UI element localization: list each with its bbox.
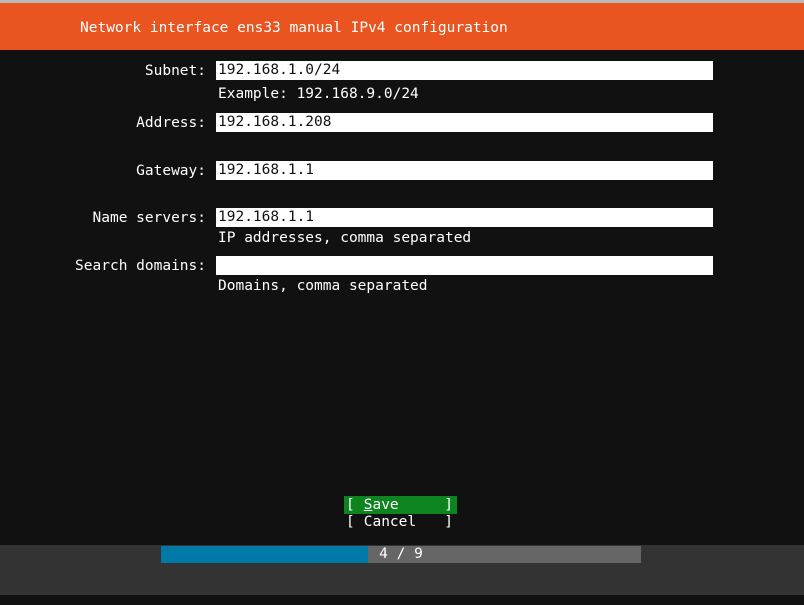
terminal-screen: Network interface ens33 manual IPv4 conf… [0,0,804,605]
progress-bar: 4 / 9 [161,546,641,563]
input-gateway[interactable] [216,161,713,180]
hint-name-servers: IP addresses, comma separated [218,230,472,246]
label-gateway: Gateway: [136,163,206,179]
bracket-left: [ [346,497,355,513]
field-row-address: Address: [0,113,804,136]
field-row-subnet: Subnet: [0,61,804,84]
label-search-domains: Search domains: [75,258,206,274]
bracket-left: [ [346,514,355,530]
bracket-right: ] [444,514,453,530]
field-row-gateway: Gateway: [0,161,804,184]
form-area: Subnet: Example: 192.168.9.0/24 Address:… [0,50,804,545]
label-subnet: Subnet: [144,63,206,79]
field-row-search-domains: Search domains: [0,256,804,279]
input-search-domains[interactable] [216,256,713,275]
hint-subnet: Example: 192.168.9.0/24 [218,86,419,102]
hint-search-domains: Domains, comma separated [218,278,428,294]
bottom-edge [0,595,804,605]
input-name-servers[interactable] [216,208,713,227]
save-rest-chars: ave [372,497,399,513]
header-bar: Network interface ens33 manual IPv4 conf… [0,3,804,50]
save-button[interactable]: [] Save [344,496,457,514]
input-subnet[interactable] [216,61,713,80]
label-address: Address: [136,115,206,131]
page-title: Network interface ens33 manual IPv4 conf… [80,20,508,36]
save-button-label: Save [364,497,399,513]
cancel-button-label: Cancel [363,514,417,530]
field-row-name-servers: Name servers: [0,208,804,231]
label-name-servers: Name servers: [92,210,207,226]
cancel-button[interactable]: [] Cancel [344,513,457,531]
bracket-right: ] [444,497,453,513]
progress-bar-label: 4 / 9 [379,546,423,562]
input-address[interactable] [216,113,713,132]
